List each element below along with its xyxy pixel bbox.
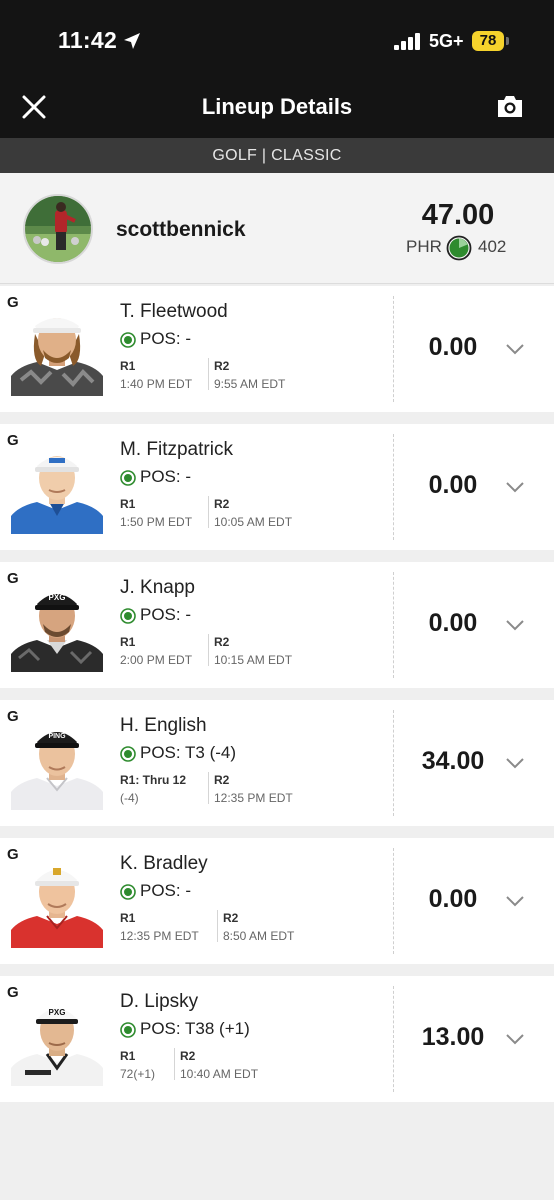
phr-label: PHR [406,237,442,256]
player-name: J. Knapp [120,577,195,598]
score-divider [393,986,394,1092]
status-dot-icon [120,608,136,624]
player-card[interactable]: G T. Fleetwood POS: - R1 1:40 PM EDT R2 … [0,286,554,412]
player-photo [11,436,103,534]
score-divider [393,848,394,954]
chevron-down-icon[interactable] [505,343,525,355]
round-2-value: 12:35 PM EDT [214,791,293,805]
round-2-value: 10:15 AM EDT [214,653,293,667]
player-position: POS: - [140,881,192,900]
user-summary: scottbennick 47.00 PHR 402 [0,173,554,284]
chevron-down-icon[interactable] [505,481,525,493]
score-divider [393,572,394,678]
player-card[interactable]: G PING H. English POS: T3 (-4) R1: Thru … [0,700,554,826]
player-card[interactable]: G K. Bradley POS: - R1 12:35 PM EDT R2 8… [0,838,554,964]
player-position: POS: - [140,329,192,348]
player-photo: PXG [11,988,103,1086]
player-name: H. English [120,715,207,736]
player-name: D. Lipsky [120,991,199,1012]
player-score: 0.00 [428,609,478,637]
player-photo: PXG [11,574,103,672]
player-score: 34.00 [421,747,485,775]
battery-tip [506,37,509,45]
round-1-label: R1 [120,497,136,511]
player-score: 0.00 [428,333,478,361]
round-1-label: R1 [120,635,136,649]
status-dot-icon [120,884,136,900]
round-1-value: 1:50 PM EDT [120,515,193,529]
status-bar: 11:42 5G+ 78 [0,0,554,78]
round-1-label: R1 [120,1049,136,1063]
player-photo [11,850,103,948]
player-score: 0.00 [428,471,478,499]
player-card[interactable]: G M. Fitzpatrick POS: - R1 1:50 PM EDT R… [0,424,554,550]
svg-text:PXG: PXG [49,593,66,602]
player-photo [11,298,103,396]
round-divider [174,1048,175,1080]
round-2-value: 8:50 AM EDT [223,929,295,943]
signal-icon [394,33,420,50]
round-divider [208,496,209,528]
score-divider [393,296,394,402]
phr-clock-icon [446,235,472,261]
camera-icon[interactable] [495,92,525,120]
player-position: POS: - [140,605,192,624]
round-divider [208,772,209,804]
username: scottbennick [116,218,246,241]
player-position: POS: T3 (-4) [140,743,237,762]
page-title: Lineup Details [201,94,353,119]
player-score: 13.00 [421,1023,485,1051]
round-1-value: 72(+1) [120,1067,156,1081]
round-2-value: 10:05 AM EDT [214,515,293,529]
status-dot-icon [120,470,136,486]
chevron-down-icon[interactable] [505,1033,525,1045]
round-divider [208,358,209,390]
round-1-label: R1 [120,359,136,373]
player-card[interactable]: G PXG J. Knapp POS: - R1 2:00 PM EDT R2 … [0,562,554,688]
status-dot-icon [120,1022,136,1038]
player-photo: PING [11,712,103,810]
round-1-label: R1 [120,911,136,925]
svg-text:PXG: PXG [49,1008,66,1017]
round-2-label: R2 [223,911,239,925]
phr-value: 402 [478,237,507,256]
battery-indicator: 78 [472,31,504,51]
player-card[interactable]: G PXG D. Lipsky POS: T38 (+1) R1 72(+1) … [0,976,554,1102]
svg-text:PING: PING [48,733,66,740]
round-1-value: (-4) [120,791,139,805]
location-arrow-icon [124,33,140,49]
round-divider [208,634,209,666]
chevron-down-icon[interactable] [505,895,525,907]
round-2-value: 9:55 AM EDT [214,377,286,391]
chevron-down-icon[interactable] [505,619,525,631]
round-2-value: 10:40 AM EDT [180,1067,259,1081]
status-dot-icon [120,746,136,762]
nav-bar: Lineup Details [0,78,554,138]
contest-type-banner: GOLF | CLASSIC [0,138,554,173]
score-divider [393,434,394,540]
round-1-label: R1: Thru 12 [120,773,187,787]
player-name: M. Fitzpatrick [120,439,233,460]
player-name: T. Fleetwood [120,301,228,322]
status-time: 11:42 [58,27,118,53]
round-2-label: R2 [214,497,230,511]
player-position: POS: T38 (+1) [140,1019,250,1038]
status-dot-icon [120,332,136,348]
round-2-label: R2 [214,635,230,649]
chevron-down-icon[interactable] [505,757,525,769]
round-1-value: 1:40 PM EDT [120,377,193,391]
score-divider [393,710,394,816]
round-1-value: 12:35 PM EDT [120,929,199,943]
player-position: POS: - [140,467,192,486]
lineup-total-points: 47.00 [421,199,495,231]
round-1-value: 2:00 PM EDT [120,653,193,667]
player-name: K. Bradley [120,853,208,874]
player-score: 0.00 [428,885,478,913]
avatar [23,194,93,264]
network-label: 5G+ [429,31,464,51]
round-2-label: R2 [214,359,230,373]
round-divider [217,910,218,942]
round-2-label: R2 [214,773,230,787]
round-2-label: R2 [180,1049,196,1063]
